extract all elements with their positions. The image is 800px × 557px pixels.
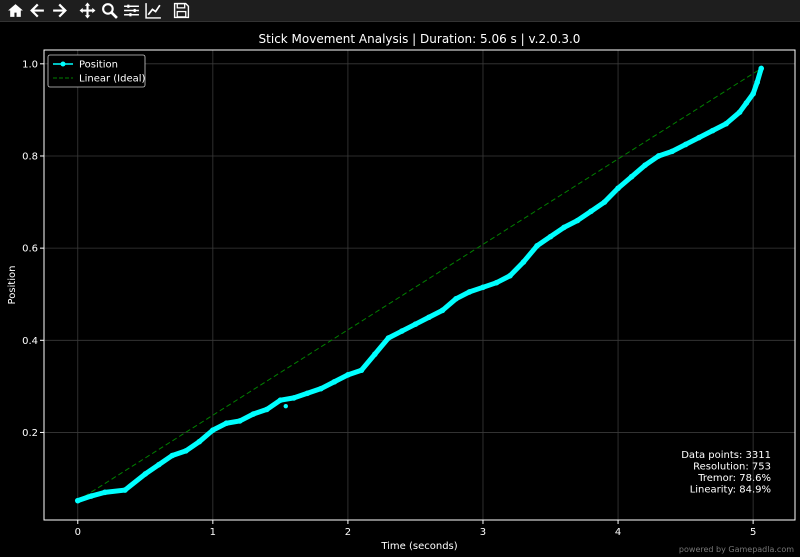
x-tick-label: 4 [615,527,621,538]
position-point [709,127,716,134]
position-point [642,162,648,168]
position-point [291,395,297,401]
position-point [122,487,128,493]
position-point [669,148,675,155]
position-point [561,224,567,231]
position-point [196,438,203,445]
stick-movement-chart: 0 1 2 3 4 5 0.2 0.4 0.6 0.8 1.0 Time (seconds) Posit… [7,32,796,552]
position-point [183,448,189,454]
position-point [628,173,635,180]
position-point [750,90,756,97]
forward-icon[interactable] [50,1,69,20]
x-tick-label: 1 [210,527,216,538]
position-point [345,372,351,378]
position-point [493,279,500,286]
chart-title: Stick Movement Analysis | Duration: 5.06… [259,32,581,46]
stats-line: Data points: 3311 [681,450,771,461]
pan-icon[interactable] [78,1,97,20]
x-axis-label: Time (seconds) [380,541,457,552]
position-point [480,284,486,291]
position-point [574,217,581,224]
position-point [237,418,243,424]
position-point [74,497,81,504]
legend-ideal-label: Linear (Ideal) [79,74,146,85]
position-point [439,307,446,314]
position-point [101,489,108,496]
edit-axis-icon[interactable] [144,1,163,20]
position-point [385,335,392,341]
position-point [453,296,459,302]
zoom-icon[interactable] [100,1,119,20]
back-icon[interactable] [28,1,47,20]
outlier-point [283,403,288,409]
y-tick-label: 1.0 [22,59,38,70]
position-point [318,385,324,392]
position-point [156,461,162,468]
y-tick-label: 0.8 [22,151,38,162]
position-point [520,259,527,265]
x-tick-label: 5 [750,527,756,538]
position-point [723,120,729,127]
ideal-line [77,68,762,502]
stats-line: Linearity: 84.9% [690,485,771,496]
position-point [250,411,257,417]
position-point [758,65,765,72]
position-point [682,141,689,148]
y-tick-label: 0.4 [22,336,38,347]
position-point [169,452,176,459]
legend-position-marker [60,61,66,67]
home-icon[interactable] [6,1,25,20]
legend-position-label: Position [79,60,118,71]
x-tick-label: 2 [345,527,351,538]
y-axis-label: Position [7,266,18,305]
position-point [412,321,419,327]
position-point [547,233,554,240]
position-point [223,420,230,427]
position-point [426,314,432,321]
stats-line: Tremor: 78.6% [697,473,771,484]
position-point [588,208,594,215]
footer-note: powered by Gamepadla.com [678,545,794,554]
position-point [88,493,95,499]
toolbar [0,0,800,22]
position-point [331,378,338,385]
position-point [615,185,621,192]
position-point [696,134,702,141]
position-point [507,272,513,279]
position-point [264,406,270,413]
position-point [466,289,473,295]
save-icon[interactable] [172,1,191,20]
configure-subplots-icon[interactable] [122,1,141,20]
stats-line: Resolution: 753 [693,462,771,473]
position-point [277,397,284,403]
y-tick-label: 0.6 [22,244,38,255]
position-point [210,427,216,433]
position-point [601,199,608,205]
position-point [304,390,311,397]
position-point [399,328,405,334]
position-point [372,351,378,357]
y-tick-label: 0.2 [22,428,38,439]
x-tick-label: 0 [75,527,81,538]
position-point [655,153,662,159]
position-point [754,79,760,86]
position-point [743,100,750,106]
position-point [534,243,540,249]
x-tick-label: 3 [480,527,486,538]
position-point [358,367,365,374]
position-point [142,471,149,477]
position-point [736,109,743,116]
